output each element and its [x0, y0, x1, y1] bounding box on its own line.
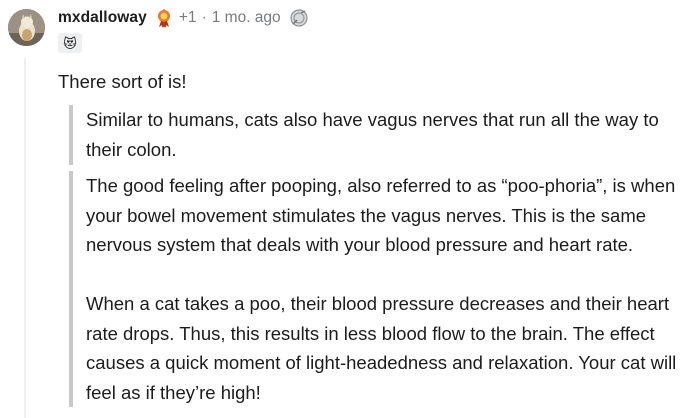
meta-separator: · — [201, 9, 207, 26]
comment-header: mxdalloway +1 · 1 mo. ago — [58, 4, 309, 32]
award-count: +1 — [178, 9, 197, 26]
username-link[interactable]: mxdalloway — [58, 9, 147, 27]
blockquote-text: The good feeling after pooping, also ref… — [86, 175, 676, 255]
avatar-cat-photo-icon — [8, 9, 45, 46]
blockquote-1: Similar to humans, cats also have vagus … — [69, 105, 686, 165]
thread-line[interactable] — [24, 58, 26, 418]
timestamp-link[interactable]: 1 mo. ago — [212, 9, 281, 27]
smiling-cat-emoji-icon: 😻 — [63, 35, 77, 51]
blockquote-text: Similar to humans, cats also have vagus … — [86, 109, 659, 160]
user-flair-emoji: 😻 — [58, 33, 82, 53]
avatar[interactable] — [8, 9, 45, 46]
silver-coin-icon[interactable] — [289, 8, 309, 28]
blockquote-text: When a cat takes a poo, their blood pres… — [86, 293, 677, 403]
blockquote-3: When a cat takes a poo, their blood pres… — [69, 289, 686, 407]
gold-award-icon[interactable] — [153, 7, 175, 29]
blockquote-2: The good feeling after pooping, also ref… — [69, 171, 686, 289]
comment-body: There sort of is! — [58, 71, 187, 92]
